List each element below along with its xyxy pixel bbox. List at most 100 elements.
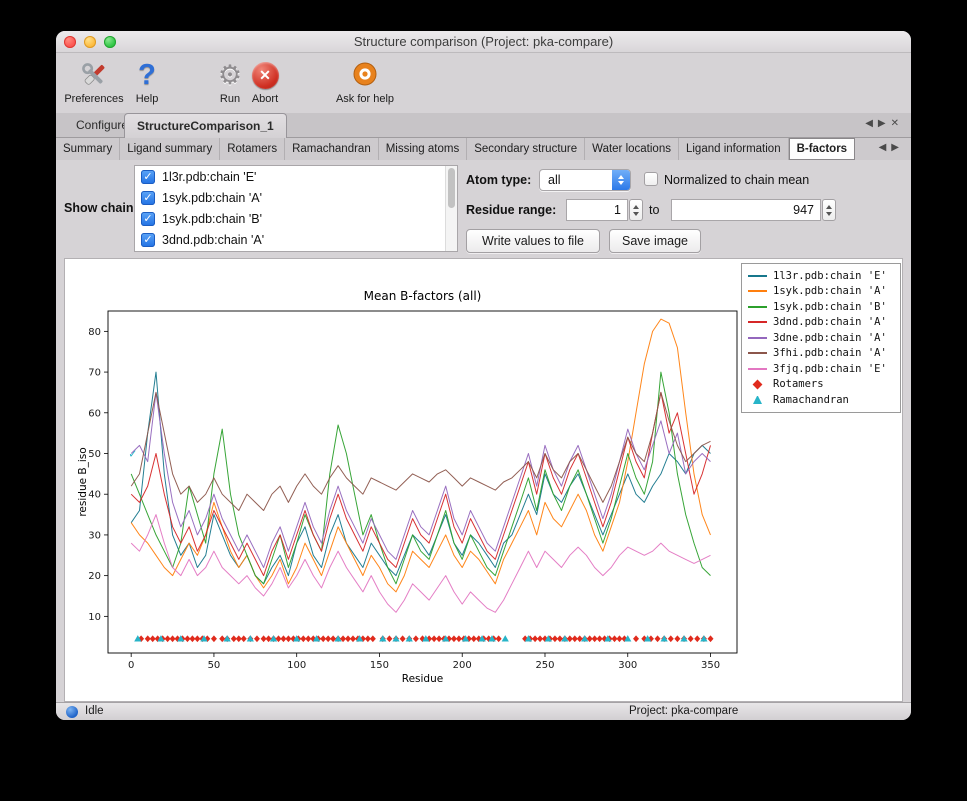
subtab-next-icon[interactable]: ▶ [891, 142, 904, 153]
legend-line-swatch [748, 321, 767, 323]
legend-line-swatch [748, 275, 767, 277]
ask-for-help-label: Ask for help [329, 93, 401, 105]
subtab-prev-icon[interactable]: ◀ [879, 142, 892, 153]
svg-text:Residue: Residue [402, 673, 443, 685]
write-values-button[interactable]: Write values to file [466, 229, 600, 253]
status-state: Idle [85, 705, 104, 717]
residue-from-input[interactable] [566, 199, 628, 221]
subtab-missing-atoms[interactable]: Missing atoms [379, 138, 468, 160]
chain-label: 1l3r.pdb:chain 'E' [162, 170, 256, 184]
tab-structurecomparison-1[interactable]: StructureComparison_1 [124, 113, 287, 138]
svg-text:50: 50 [208, 660, 221, 671]
subtab-water-locations[interactable]: Water locations [585, 138, 679, 160]
residue-to-stepper[interactable] [822, 199, 836, 221]
atom-type-value: all [548, 173, 561, 187]
chain-label: 1syk.pdb:chain 'A' [162, 191, 262, 205]
svg-text:Mean B-factors (all): Mean B-factors (all) [364, 289, 482, 303]
legend-item: 3fjq.pdb:chain 'E' [748, 361, 894, 377]
legend-line-swatch [748, 352, 767, 354]
legend-item: 3dne.pdb:chain 'A' [748, 330, 894, 346]
chain-list-item[interactable]: ✓ 1l3r.pdb:chain 'E' [135, 166, 457, 187]
svg-text:70: 70 [88, 368, 101, 379]
toolbar: Preferences ? Help ⚙ Run ✕ Abort Ask for… [56, 53, 911, 113]
main-tab-bar: Configure StructureComparison_1 ◀▶✕ [56, 113, 911, 138]
svg-text:10: 10 [88, 612, 101, 623]
status-dot-icon [66, 706, 78, 718]
preferences-button[interactable]: Preferences [62, 57, 126, 105]
save-image-button[interactable]: Save image [609, 229, 701, 253]
svg-text:30: 30 [88, 530, 101, 541]
legend-label: Ramachandran [773, 394, 849, 406]
svg-text:100: 100 [287, 660, 306, 671]
subtab-ligand-summary[interactable]: Ligand summary [120, 138, 220, 160]
tab-next-icon[interactable]: ▶ [878, 118, 891, 129]
legend-label: Rotamers [773, 378, 824, 390]
residue-to-input[interactable] [671, 199, 821, 221]
legend-label: 3fjq.pdb:chain 'E' [773, 363, 887, 375]
legend-item: 1syk.pdb:chain 'B' [748, 299, 894, 315]
subtab-b-factors[interactable]: B-factors [789, 138, 855, 160]
sub-tab-bar: SummaryLigand summaryRotamersRamachandra… [56, 138, 911, 160]
main-tab-nav: ◀▶✕ [865, 118, 904, 129]
sub-tab-nav: ◀▶ [879, 142, 904, 153]
preferences-tools-icon [62, 57, 126, 93]
legend-label: 3dne.pdb:chain 'A' [773, 332, 887, 344]
legend-label: 3dnd.pdb:chain 'A' [773, 316, 887, 328]
chain-list-item[interactable]: ✓ 1syk.pdb:chain 'A' [135, 187, 457, 208]
abort-button[interactable]: ✕ Abort [247, 57, 283, 105]
residue-to-label: to [649, 203, 659, 217]
chain-list-item[interactable]: ✓ 1syk.pdb:chain 'B' [135, 208, 457, 229]
chain-list[interactable]: ✓ 1l3r.pdb:chain 'E' ✓ 1syk.pdb:chain 'A' ✓ 1… [134, 165, 458, 252]
chain-checkbox[interactable]: ✓ [141, 212, 155, 226]
subtab-ramachandran[interactable]: Ramachandran [285, 138, 379, 160]
lifering-icon [329, 57, 401, 93]
legend-item: 1syk.pdb:chain 'A' [748, 284, 894, 300]
help-label: Help [132, 93, 162, 105]
svg-text:80: 80 [88, 327, 101, 338]
abort-label: Abort [247, 93, 283, 105]
status-bar: Idle Project: pka-compare [56, 702, 911, 720]
app-window: Structure comparison (Project: pka-compa… [56, 31, 911, 720]
svg-text:20: 20 [88, 571, 101, 582]
help-button[interactable]: ? Help [132, 57, 162, 105]
subtab-ligand-information[interactable]: Ligand information [679, 138, 789, 160]
chain-list-scroll-thumb[interactable] [448, 168, 455, 208]
legend-line-swatch [748, 306, 767, 308]
titlebar: Structure comparison (Project: pka-compa… [56, 31, 911, 53]
normalized-checkbox[interactable] [644, 172, 658, 186]
chain-checkbox[interactable]: ✓ [141, 233, 155, 247]
tab-prev-icon[interactable]: ◀ [865, 118, 878, 129]
chain-label: 1syk.pdb:chain 'B' [162, 212, 262, 226]
preferences-label: Preferences [62, 93, 126, 105]
run-button[interactable]: ⚙ Run [215, 57, 245, 105]
svg-text:40: 40 [88, 490, 101, 501]
legend-triangle-icon [753, 396, 762, 404]
legend-label: 1l3r.pdb:chain 'E' [773, 270, 887, 282]
subtab-rotamers[interactable]: Rotamers [220, 138, 285, 160]
legend-item: Ramachandran [748, 392, 894, 408]
subtab-summary[interactable]: Summary [56, 138, 120, 160]
chain-list-scrollbar[interactable] [445, 166, 457, 251]
chain-list-item[interactable]: ✓3dnd.pdb:chain 'A' [135, 229, 457, 250]
svg-text:250: 250 [535, 660, 554, 671]
atom-type-select[interactable]: all [539, 169, 631, 191]
ask-for-help-button[interactable]: Ask for help [329, 57, 401, 105]
legend-diamond-icon [753, 379, 763, 389]
svg-text:350: 350 [701, 660, 720, 671]
chain-checkbox[interactable]: ✓ [141, 170, 155, 184]
legend-line-swatch [748, 368, 767, 370]
legend-line-swatch [748, 290, 767, 292]
subtab-secondary-structure[interactable]: Secondary structure [467, 138, 585, 160]
controls-panel: Show chains: ✓1l3r.pdb:chain 'E'✓1syk.pd… [56, 160, 911, 258]
svg-text:50: 50 [88, 449, 101, 460]
tab-close-icon[interactable]: ✕ [891, 118, 904, 129]
popup-arrows-icon [612, 170, 630, 190]
svg-text:0: 0 [128, 660, 134, 671]
residue-from-stepper[interactable] [629, 199, 643, 221]
svg-text:60: 60 [88, 408, 101, 419]
legend-line-swatch [748, 337, 767, 339]
svg-text:✓: ✓ [128, 448, 137, 461]
legend-item: 3dnd.pdb:chain 'A' [748, 315, 894, 331]
chain-checkbox[interactable]: ✓ [141, 191, 155, 205]
normalized-label: Normalized to chain mean [664, 173, 809, 187]
